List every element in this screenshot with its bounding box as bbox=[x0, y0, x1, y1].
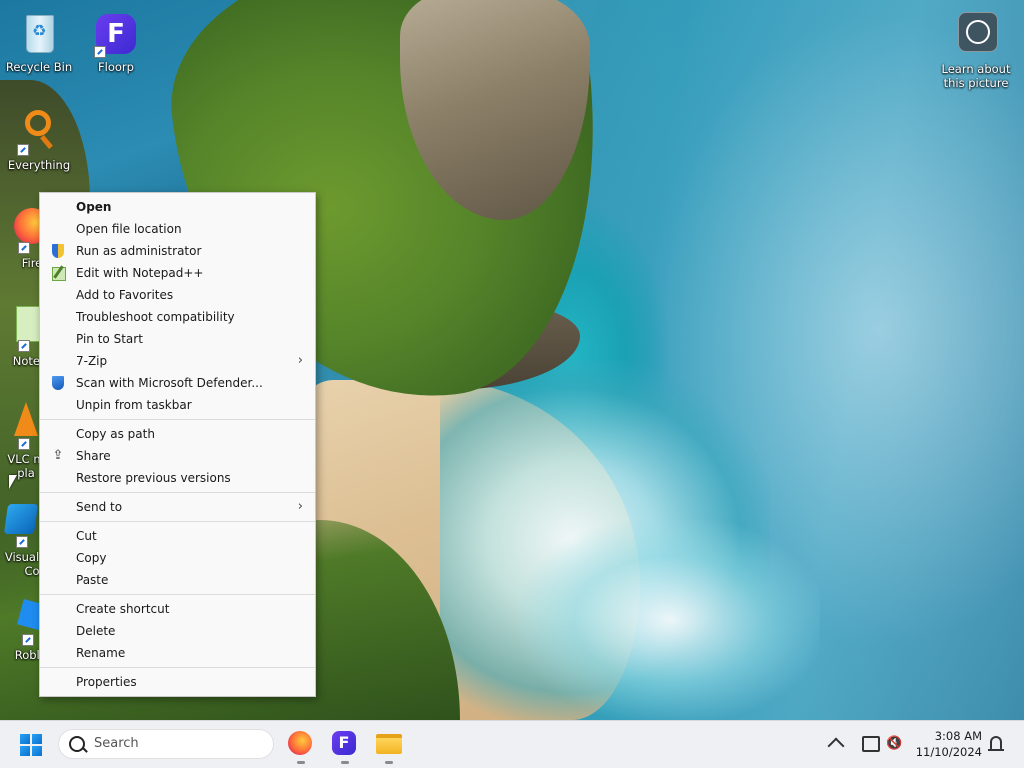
taskbar-clock[interactable]: 3:08 AM 11/10/2024 bbox=[914, 728, 982, 760]
floorp-icon: F bbox=[92, 10, 140, 58]
menu-item-scan-with-defender[interactable]: Scan with Microsoft Defender... bbox=[40, 372, 315, 394]
menu-item-restore-previous-versions[interactable]: Restore previous versions bbox=[40, 467, 315, 489]
file-explorer-icon bbox=[376, 734, 402, 754]
menu-item-open[interactable]: Open bbox=[40, 196, 315, 218]
menu-item-run-as-administrator[interactable]: Run as administrator bbox=[40, 240, 315, 262]
desktop-icon-everything[interactable]: Everything bbox=[1, 108, 77, 172]
windows-logo-icon bbox=[20, 734, 30, 744]
search-placeholder: Search bbox=[94, 736, 139, 751]
menu-item-create-shortcut[interactable]: Create shortcut bbox=[40, 598, 315, 620]
menu-item-copy-as-path[interactable]: Copy as path bbox=[40, 423, 315, 445]
search-icon bbox=[69, 736, 85, 752]
learn-about-picture-icon bbox=[952, 12, 1000, 60]
menu-item-share[interactable]: ⇪ Share bbox=[40, 445, 315, 467]
network-icon[interactable] bbox=[862, 736, 880, 752]
submenu-arrow-icon: › bbox=[297, 499, 303, 514]
clock-date: 11/10/2024 bbox=[915, 745, 982, 759]
taskbar: Search F 🔇 3:08 AM 11/10/2024 bbox=[0, 720, 1024, 768]
firefox-icon bbox=[288, 731, 312, 755]
menu-item-unpin-from-taskbar[interactable]: Unpin from taskbar bbox=[40, 394, 315, 416]
menu-item-add-to-favorites[interactable]: Add to Favorites bbox=[40, 284, 315, 306]
notepad-plus-plus-icon bbox=[50, 265, 66, 281]
menu-item-troubleshoot-compatibility[interactable]: Troubleshoot compatibility bbox=[40, 306, 315, 328]
menu-separator bbox=[40, 667, 315, 668]
start-button[interactable] bbox=[20, 734, 42, 756]
taskbar-app-file-explorer[interactable] bbox=[376, 731, 402, 764]
desktop-icon-label: Floorp bbox=[98, 60, 134, 74]
show-hidden-icons-chevron-icon[interactable] bbox=[827, 737, 845, 755]
desktop-icon-label: Recycle Bin bbox=[5, 60, 73, 74]
menu-item-cut[interactable]: Cut bbox=[40, 525, 315, 547]
menu-item-7-zip[interactable]: 7-Zip › bbox=[40, 350, 315, 372]
floorp-icon: F bbox=[332, 731, 356, 755]
desktop-icon-label: Everything bbox=[7, 158, 71, 172]
mouse-cursor bbox=[9, 475, 17, 489]
uac-shield-icon bbox=[50, 243, 66, 259]
menu-separator bbox=[40, 594, 315, 595]
desktop-icon-floorp[interactable]: F Floorp bbox=[78, 10, 154, 74]
submenu-arrow-icon: › bbox=[297, 353, 303, 368]
menu-separator bbox=[40, 521, 315, 522]
menu-separator bbox=[40, 492, 315, 493]
menu-item-rename[interactable]: Rename bbox=[40, 642, 315, 664]
menu-separator bbox=[40, 419, 315, 420]
menu-item-edit-with-notepad-plus-plus[interactable]: Edit with Notepad++ bbox=[40, 262, 315, 284]
volume-muted-icon[interactable]: 🔇 bbox=[886, 736, 904, 752]
desktop-icon-recycle-bin[interactable]: Recycle Bin bbox=[1, 10, 77, 74]
clock-time: 3:08 AM bbox=[934, 729, 982, 743]
menu-item-delete[interactable]: Delete bbox=[40, 620, 315, 642]
taskbar-app-floorp[interactable]: F bbox=[332, 731, 358, 764]
share-icon: ⇪ bbox=[52, 448, 64, 463]
learn-about-label-line2: this picture bbox=[943, 76, 1009, 90]
menu-item-copy[interactable]: Copy bbox=[40, 547, 315, 569]
taskbar-search-box[interactable]: Search bbox=[58, 729, 274, 759]
menu-item-paste[interactable]: Paste bbox=[40, 569, 315, 591]
learn-about-label: Learn about bbox=[941, 62, 1011, 76]
context-menu: Open Open file location Run as administr… bbox=[39, 192, 316, 697]
menu-item-send-to[interactable]: Send to › bbox=[40, 496, 315, 518]
defender-shield-icon bbox=[50, 375, 66, 391]
everything-search-icon bbox=[15, 108, 63, 156]
menu-item-properties[interactable]: Properties bbox=[40, 671, 315, 693]
recycle-bin-icon bbox=[15, 10, 63, 58]
notification-bell-icon[interactable] bbox=[988, 736, 1004, 751]
menu-item-open-file-location[interactable]: Open file location bbox=[40, 218, 315, 240]
taskbar-app-firefox[interactable] bbox=[288, 731, 314, 764]
menu-item-pin-to-start[interactable]: Pin to Start bbox=[40, 328, 315, 350]
learn-about-picture[interactable]: Learn about this picture bbox=[934, 12, 1018, 90]
